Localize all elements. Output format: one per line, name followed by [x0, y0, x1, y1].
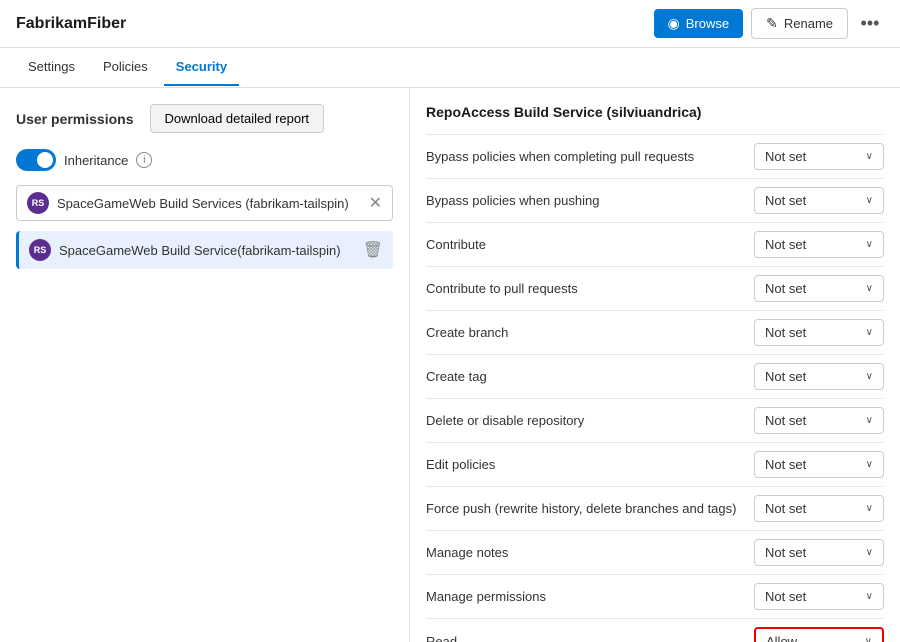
permission-select[interactable]: Not set ∨ — [754, 407, 884, 434]
browse-button[interactable]: ◉ Browse — [654, 9, 744, 38]
header-right: ◉ Browse ✎ Rename ••• — [654, 8, 884, 39]
permission-value: Not set — [765, 281, 806, 296]
chevron-down-icon: ∨ — [866, 547, 873, 558]
permission-table: Bypass policies when completing pull req… — [426, 134, 884, 642]
permission-select[interactable]: Not set ∨ — [754, 275, 884, 302]
app-title: FabrikamFiber — [16, 15, 126, 33]
nav-item-policies[interactable]: Policies — [91, 49, 160, 86]
left-panel: User permissions Download detailed repor… — [0, 88, 410, 642]
chevron-down-icon: ∨ — [866, 371, 873, 382]
permission-name: Manage permissions — [426, 589, 754, 604]
right-panel: RepoAccess Build Service (silviuandrica)… — [410, 88, 900, 642]
header-left: FabrikamFiber — [16, 15, 126, 33]
delete-icon[interactable]: 🗑 — [363, 240, 383, 260]
inheritance-label: Inheritance — [64, 153, 128, 168]
nav-item-settings[interactable]: Settings — [16, 49, 87, 86]
chevron-down-icon: ∨ — [866, 415, 873, 426]
permission-name: Bypass policies when completing pull req… — [426, 149, 754, 164]
list-item-label: SpaceGameWeb Build Service(fabrikam-tail… — [59, 243, 363, 258]
permission-name: Read — [426, 634, 754, 642]
panel-header: User permissions Download detailed repor… — [16, 104, 393, 133]
browse-icon: ◉ — [668, 15, 680, 32]
table-row: Create tag Not set ∨ — [426, 355, 884, 399]
permission-select[interactable]: Not set ∨ — [754, 143, 884, 170]
search-box[interactable]: RS SpaceGameWeb Build Services (fabrikam… — [16, 185, 393, 221]
permission-name: Manage notes — [426, 545, 754, 560]
permission-value: Not set — [765, 325, 806, 340]
permission-select[interactable]: Not set ∨ — [754, 583, 884, 610]
permission-select[interactable]: Not set ∨ — [754, 231, 884, 258]
header: FabrikamFiber ◉ Browse ✎ Rename ••• — [0, 0, 900, 48]
permission-value: Not set — [765, 369, 806, 384]
permission-value: Not set — [765, 413, 806, 428]
permission-value: Not set — [765, 237, 806, 252]
main: User permissions Download detailed repor… — [0, 88, 900, 642]
table-row: Contribute Not set ∨ — [426, 223, 884, 267]
chevron-down-icon: ∨ — [866, 459, 873, 470]
permission-name: Bypass policies when pushing — [426, 193, 754, 208]
table-row: Create branch Not set ∨ — [426, 311, 884, 355]
table-row: Delete or disable repository Not set ∨ — [426, 399, 884, 443]
chevron-down-icon: ∨ — [866, 591, 873, 602]
chevron-down-icon: ∨ — [866, 195, 873, 206]
table-row: Bypass policies when completing pull req… — [426, 134, 884, 179]
repo-title: RepoAccess Build Service (silviuandrica) — [426, 104, 884, 120]
permission-value: Not set — [765, 193, 806, 208]
permission-select[interactable]: Not set ∨ — [754, 451, 884, 478]
inheritance-toggle[interactable] — [16, 149, 56, 171]
permission-name: Contribute to pull requests — [426, 281, 754, 296]
permission-name: Delete or disable repository — [426, 413, 754, 428]
panel-title: User permissions — [16, 111, 134, 127]
table-row: Contribute to pull requests Not set ∨ — [426, 267, 884, 311]
permission-value: Not set — [765, 501, 806, 516]
chevron-down-icon: ∨ — [865, 636, 872, 642]
chevron-down-icon: ∨ — [866, 283, 873, 294]
permission-select[interactable]: Not set ∨ — [754, 363, 884, 390]
table-row: Force push (rewrite history, delete bran… — [426, 487, 884, 531]
permission-name: Create tag — [426, 369, 754, 384]
toggle-knob — [37, 152, 53, 168]
inheritance-row: Inheritance i — [16, 149, 393, 171]
permission-name: Force push (rewrite history, delete bran… — [426, 501, 754, 516]
table-row: Read Allow ∨ — [426, 619, 884, 642]
permission-name: Contribute — [426, 237, 754, 252]
permission-value: Not set — [765, 545, 806, 560]
list-item-avatar: RS — [29, 239, 51, 261]
table-row: Manage permissions Not set ∨ — [426, 575, 884, 619]
nav-item-security[interactable]: Security — [164, 49, 239, 86]
chevron-down-icon: ∨ — [866, 239, 873, 250]
download-report-button[interactable]: Download detailed report — [150, 104, 325, 133]
permission-value: Not set — [765, 457, 806, 472]
list-item[interactable]: RS SpaceGameWeb Build Service(fabrikam-t… — [16, 231, 393, 269]
permission-select[interactable]: Not set ∨ — [754, 539, 884, 566]
permission-select[interactable]: Not set ∨ — [754, 319, 884, 346]
rename-button[interactable]: ✎ Rename — [751, 8, 848, 39]
table-row: Edit policies Not set ∨ — [426, 443, 884, 487]
clear-icon[interactable]: ✕ — [369, 193, 382, 213]
permission-select[interactable]: Allow ∨ — [754, 627, 884, 642]
permission-value: Not set — [765, 589, 806, 604]
permission-value: Allow — [766, 634, 797, 642]
info-icon[interactable]: i — [136, 152, 152, 168]
rename-icon: ✎ — [766, 15, 778, 32]
nav: Settings Policies Security — [0, 48, 900, 88]
table-row: Bypass policies when pushing Not set ∨ — [426, 179, 884, 223]
permission-value: Not set — [765, 149, 806, 164]
chevron-down-icon: ∨ — [866, 151, 873, 162]
chevron-down-icon: ∨ — [866, 503, 873, 514]
search-text: SpaceGameWeb Build Services (fabrikam-ta… — [57, 196, 361, 211]
permission-select[interactable]: Not set ∨ — [754, 187, 884, 214]
more-button[interactable]: ••• — [856, 10, 884, 38]
chevron-down-icon: ∨ — [866, 327, 873, 338]
permission-name: Create branch — [426, 325, 754, 340]
avatar: RS — [27, 192, 49, 214]
permission-name: Edit policies — [426, 457, 754, 472]
table-row: Manage notes Not set ∨ — [426, 531, 884, 575]
permission-select[interactable]: Not set ∨ — [754, 495, 884, 522]
